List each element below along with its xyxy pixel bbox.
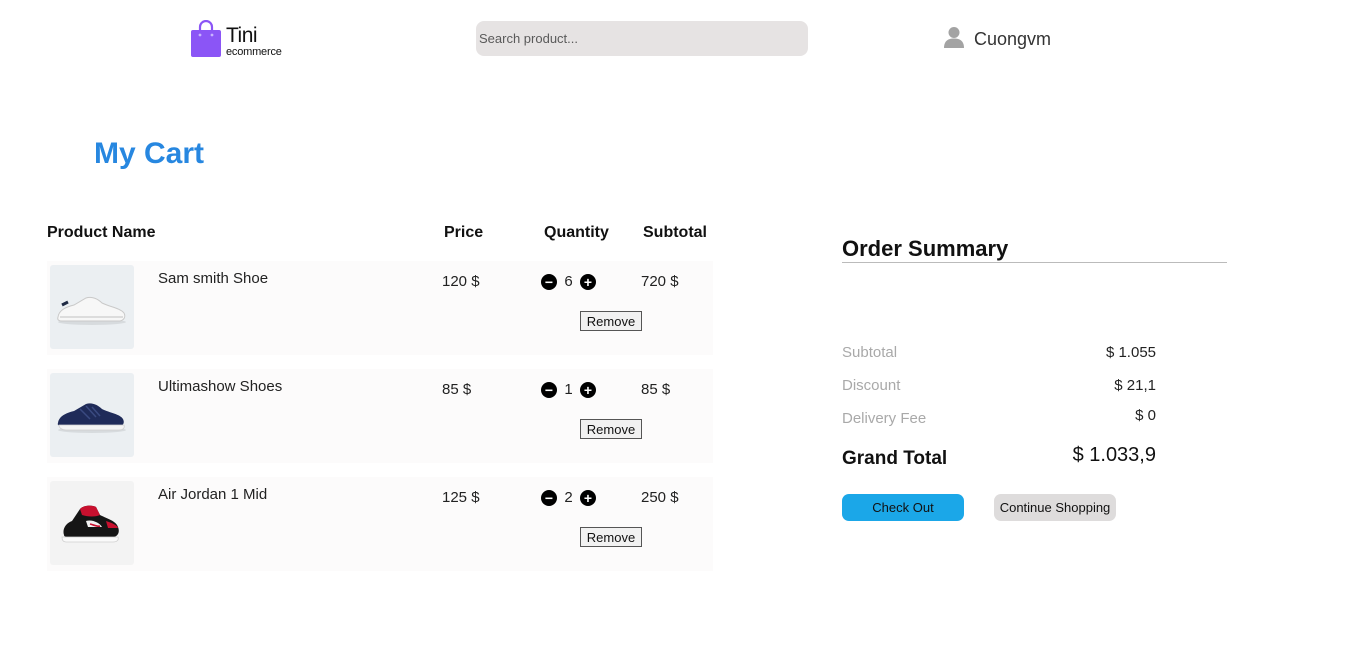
- product-subtotal: 720 $: [641, 273, 679, 290]
- quantity-stepper: − 6 +: [541, 273, 596, 290]
- subtotal-value: $ 1.055: [1105, 344, 1156, 361]
- cart-row: Air Jordan 1 Mid 125 $ − 2 + 250 $ Remov…: [47, 477, 713, 571]
- delivery-fee-label: Delivery Fee: [842, 410, 927, 427]
- product-price: 120 $: [442, 273, 480, 290]
- order-summary-title: Order Summary: [842, 236, 1009, 261]
- product-name[interactable]: Sam smith Shoe: [158, 270, 268, 287]
- product-price: 85 $: [442, 381, 472, 398]
- plus-circle-icon[interactable]: +: [580, 489, 596, 506]
- column-header-quantity: Quantity: [544, 224, 609, 241]
- quantity-stepper: − 1 +: [541, 381, 596, 398]
- grand-total-label: Grand Total: [842, 448, 948, 469]
- username: Cuongvm: [974, 29, 1052, 49]
- delivery-fee-value: $ 0: [1135, 407, 1156, 424]
- discount-value: $ 21,1: [1114, 377, 1156, 394]
- product-price: 125 $: [442, 489, 480, 506]
- minus-circle-icon[interactable]: −: [541, 489, 557, 506]
- column-header-product: Product Name: [47, 224, 156, 241]
- cart-row: Ultimashow Shoes 85 $ − 1 + 85 $ Remove: [47, 369, 713, 463]
- product-image[interactable]: [50, 481, 134, 565]
- discount-label: Discount: [842, 377, 901, 394]
- product-name[interactable]: Air Jordan 1 Mid: [158, 486, 267, 503]
- checkout-button[interactable]: Check Out: [842, 494, 964, 521]
- minus-circle-icon[interactable]: −: [541, 381, 557, 398]
- remove-button[interactable]: Remove: [580, 311, 642, 331]
- quantity-value: 6: [564, 273, 573, 290]
- summary-divider: [842, 262, 1227, 263]
- logo-subtitle: ecommerce: [226, 46, 282, 58]
- remove-button[interactable]: Remove: [580, 527, 642, 547]
- product-image[interactable]: [50, 373, 134, 457]
- plus-circle-icon[interactable]: +: [580, 273, 596, 290]
- quantity-stepper: − 2 +: [541, 489, 596, 506]
- column-header-price: Price: [444, 224, 484, 241]
- product-image[interactable]: [50, 265, 134, 349]
- subtotal-label: Subtotal: [842, 344, 898, 361]
- logo-name: Tini: [226, 24, 258, 47]
- continue-shopping-button[interactable]: Continue Shopping: [994, 494, 1116, 521]
- plus-circle-icon[interactable]: +: [580, 381, 596, 398]
- product-name[interactable]: Ultimashow Shoes: [158, 378, 282, 395]
- user-icon: [943, 26, 965, 53]
- user-menu[interactable]: Cuongvm: [943, 26, 1051, 53]
- page-title: My Cart: [94, 137, 205, 170]
- quantity-value: 1: [564, 381, 573, 398]
- grand-total-value: $ 1.033,9: [1072, 444, 1156, 466]
- product-subtotal: 85 $: [641, 381, 671, 398]
- search-input[interactable]: [476, 21, 808, 56]
- logo[interactable]: Tini ecommerce: [190, 19, 282, 58]
- cart-row: Sam smith Shoe 120 $ − 6 + 720 $ Remove: [47, 261, 713, 355]
- column-header-subtotal: Subtotal: [643, 224, 707, 241]
- shopping-bag-icon: [190, 19, 222, 57]
- product-subtotal: 250 $: [641, 489, 679, 506]
- quantity-value: 2: [564, 489, 573, 506]
- remove-button[interactable]: Remove: [580, 419, 642, 439]
- minus-circle-icon[interactable]: −: [541, 273, 557, 290]
